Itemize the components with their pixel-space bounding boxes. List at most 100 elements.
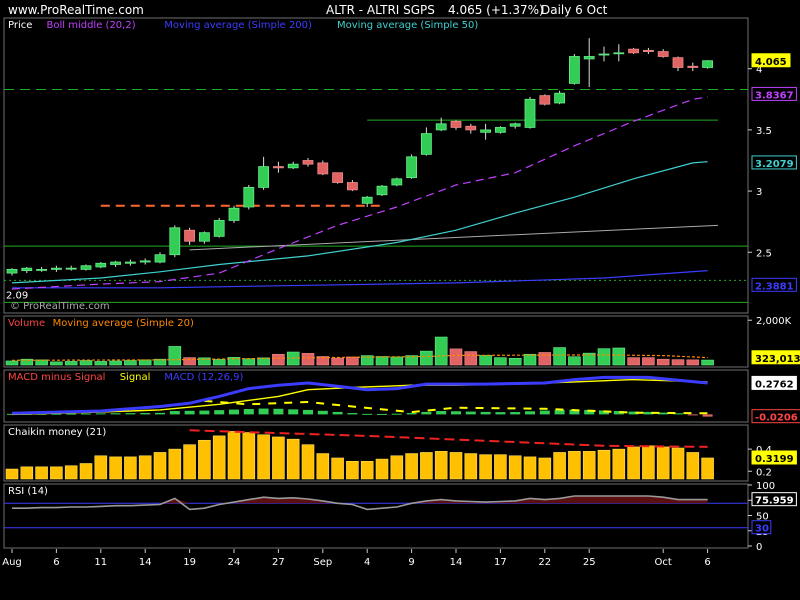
chaikin-bar [346,460,359,480]
volume-bar [553,347,566,366]
candle [80,265,92,270]
candle [569,56,580,84]
candle [435,123,447,131]
macd-hist-bar [480,411,491,415]
badge-rsi-1: 30 [755,524,769,535]
panel-macd: MACD minus Signal Signal MACD (12,26,9) 0.2… [3,369,800,424]
volume-bar [642,357,655,366]
panel-volume: Volume Moving average (Simple 20) 2,000K 32… [3,315,800,368]
xtick-label-14: Oct [655,557,672,568]
ytick-label-volume-0: 2,000K [756,316,792,327]
chaikin-bar [612,448,626,480]
watermark: © ProRealTime.com [10,301,110,312]
chaikin-bar [183,444,196,480]
candle [243,187,255,208]
chaikin-bar [434,451,448,480]
volume-bar [390,356,404,366]
candle [420,133,432,155]
candle [613,52,625,55]
chaikin-bar [449,452,463,480]
macd-hist-bar [510,412,521,415]
chaikin-bar [286,438,300,480]
xtick-label-12: 22 [538,557,551,568]
macd-hist-bar [258,408,269,415]
xtick-label-1: 6 [53,557,59,568]
volume-bar [79,360,93,366]
chaikin-bar [198,439,211,480]
xtick-label-10: 14 [450,557,463,568]
candle [184,229,196,242]
ytick-label-rsi-4: 100 [756,481,775,492]
chaikin-bar [20,466,34,480]
candle [687,65,699,68]
badge-rsi-0: 75.959 [755,496,794,507]
candle [95,262,107,268]
volume-bar [627,357,640,366]
macd-hist-bar [421,411,432,415]
volume-bar [449,348,463,366]
xtick-label-4: 19 [183,557,196,568]
candle [465,125,477,131]
macd-hist-bar [110,413,121,415]
chaikin-bar [5,468,19,480]
candle [51,267,62,270]
candle [361,196,373,204]
macd-hist-bar [155,412,165,415]
macd-hist-bar [81,413,91,415]
ytick-label-price-0: 2.5 [756,248,772,259]
candle [228,207,240,221]
volume-bar [212,359,226,366]
volume-bar [64,361,78,366]
chaikin-bar [656,446,670,480]
chaikin-bar [168,448,182,480]
chaikin-bar [79,463,93,480]
chaikin-bar [124,456,137,480]
volume-bar [124,360,137,366]
macd-hist-bar [332,411,343,415]
chaikin-bar [538,457,552,480]
volume-bar [568,356,581,366]
xtick-label-0: Aug [2,557,22,568]
candle [302,160,314,165]
macd-hist-bar [288,409,299,415]
macd-hist-bar [273,408,284,415]
chaikin-bar [375,458,389,480]
chaikin-bar [642,445,655,480]
macd-hist-bar [525,411,535,415]
legend-price-0: Price [8,20,32,31]
chaikin-bar [316,453,330,480]
volume-bar [671,359,685,366]
candle [6,268,18,274]
candle [672,57,684,68]
xtick-label-8: 4 [364,557,370,568]
chaikin-bar [464,453,478,480]
xtick-label-3: 14 [139,557,152,568]
candle [494,127,506,133]
xtick-label-6: 27 [272,557,285,568]
chaikin-bar [627,446,640,480]
volume-bar [686,359,700,366]
badge-ma50: 3.2079 [755,159,794,170]
candle [36,268,47,271]
xtick-label-5: 24 [228,557,241,568]
candle [110,261,121,265]
volume-bar [331,357,344,366]
xtick-label-13: 25 [583,557,596,568]
legend-macd-2: MACD (12,26,9) [164,372,243,383]
macd-hist-bar [317,410,328,415]
chaikin-bar [568,451,581,480]
chaikin-bar [420,452,433,480]
candle [628,48,639,54]
chaikin-bar [360,460,374,480]
xtick-label-15: 6 [704,557,710,568]
macd-hist-bar [140,413,151,415]
chaikin-bar [272,436,285,480]
xtick-label-9: 9 [408,557,414,568]
volume-bar [138,359,152,366]
candle [213,220,225,237]
chaikin-bar [301,444,315,480]
chaikin-bar [50,466,63,480]
chaikin-bar [553,452,566,480]
chaikin-bar [138,455,152,480]
volume-bar [597,348,611,366]
